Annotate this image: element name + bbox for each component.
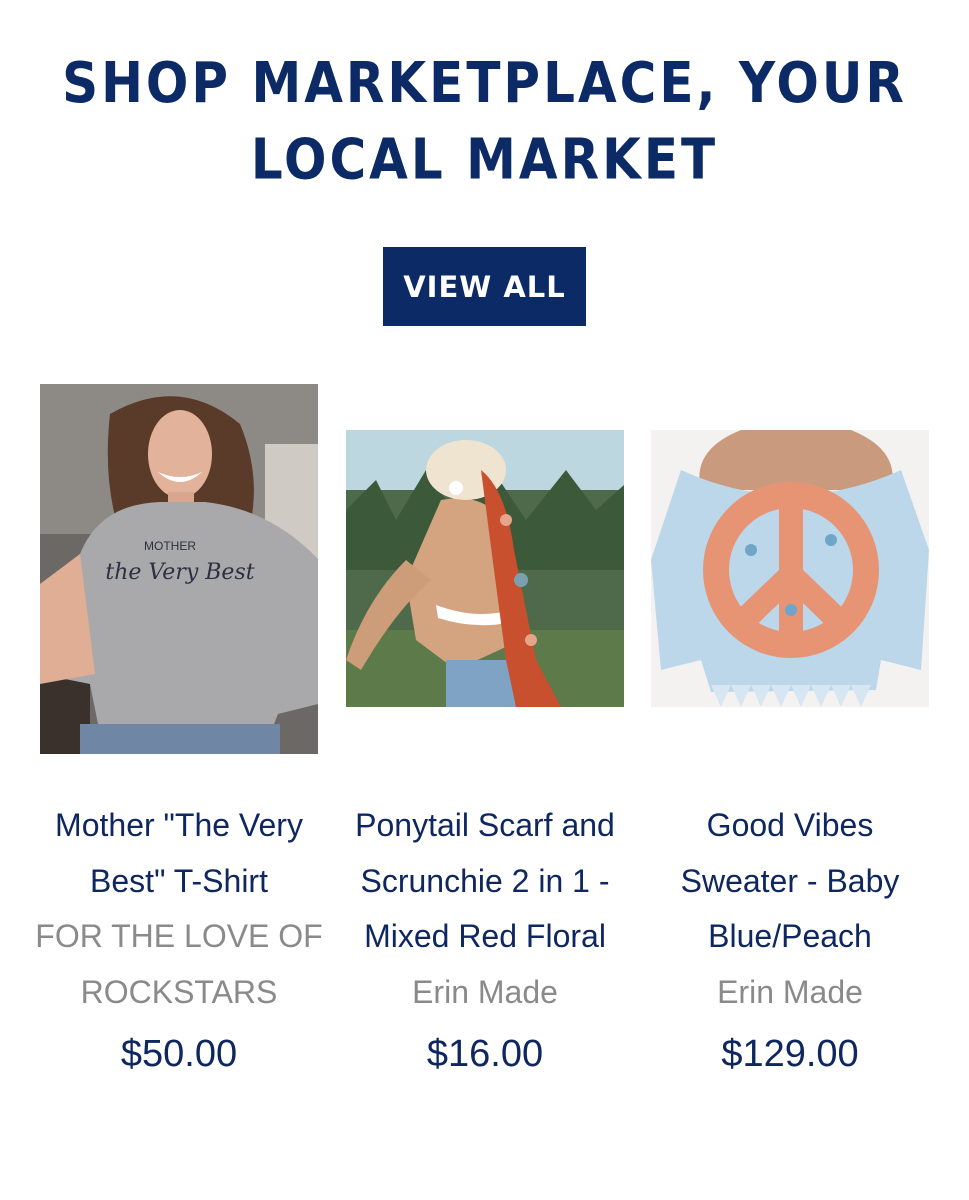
product-price: $129.00 — [721, 1033, 859, 1075]
marketplace-section: SHOP MARKETPLACE, YOUR LOCAL MARKET VIEW… — [0, 0, 969, 1200]
product-vendor: FOR THE LOVE OF ROCKSTARS — [35, 918, 323, 1010]
product-price: $16.00 — [426, 1033, 544, 1075]
woman-red-floral-scarf-photo — [346, 430, 624, 707]
product-title[interactable]: Good Vibes Sweater - Baby Blue/Peach — [645, 798, 935, 965]
product-image[interactable] — [651, 430, 929, 707]
product-title[interactable]: Ponytail Scarf and Scrunchie 2 in 1 - Mi… — [340, 798, 630, 965]
section-heading: SHOP MARKETPLACE, YOUR LOCAL MARKET — [62, 50, 907, 192]
product-info: Good Vibes Sweater - Baby Blue/Peach Eri… — [645, 798, 935, 1078]
product-vendor: Erin Made — [717, 973, 863, 1010]
product-image[interactable] — [346, 430, 624, 707]
product-info: Mother "The Very Best" T-Shirt FOR THE L… — [34, 798, 324, 1078]
product-price: $50.00 — [120, 1033, 238, 1075]
product-image[interactable]: MOTHER the Very Best — [40, 384, 318, 754]
product-info: Ponytail Scarf and Scrunchie 2 in 1 - Mi… — [340, 798, 630, 1078]
product-title[interactable]: Mother "The Very Best" T-Shirt — [34, 798, 324, 909]
woman-gray-tshirt-photo: MOTHER the Very Best — [40, 384, 318, 754]
product-vendor: Erin Made — [412, 973, 558, 1010]
view-all-button[interactable]: VIEW ALL — [383, 247, 586, 326]
baby-blue-peace-sign-sweater-photo — [651, 430, 929, 707]
shirt-print-line1: MOTHER — [144, 539, 196, 553]
shirt-print-line2: the Very Best — [105, 560, 254, 585]
